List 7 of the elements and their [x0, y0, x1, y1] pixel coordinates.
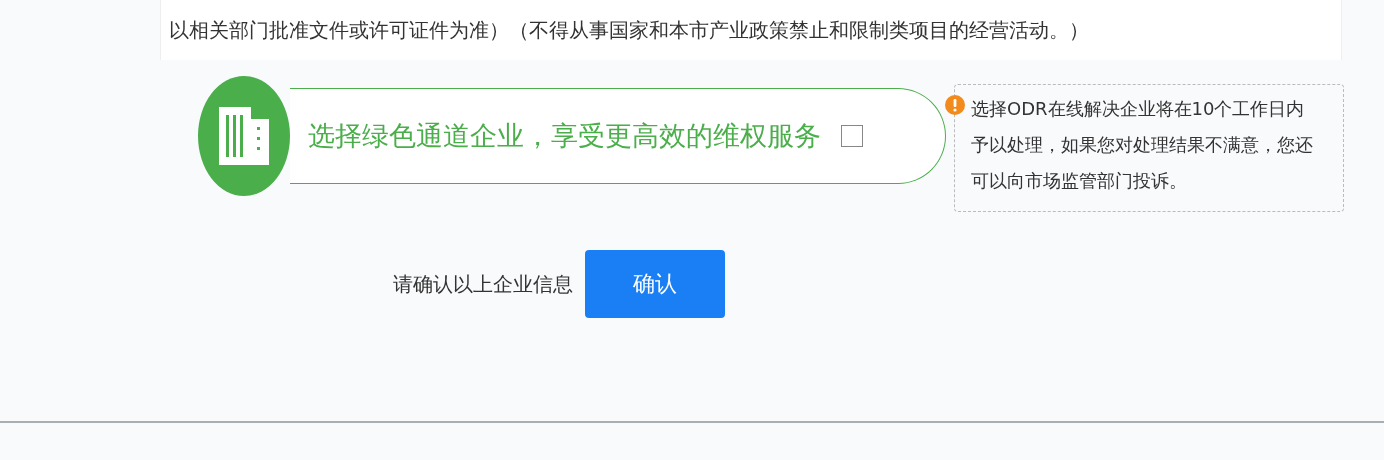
warning-icon [945, 95, 965, 115]
confirm-button[interactable]: 确认 [585, 250, 725, 318]
confirm-prompt: 请确认以上企业信息 [393, 270, 573, 298]
fast-track-option[interactable]: 选择绿色通道企业，享受更高效的维权服务 [290, 88, 946, 184]
tooltip-text: 选择ODR在线解决企业将在10个工作日内予以处理，如果您对处理结果不满意，您还可以向市场监管部门投诉。 [971, 97, 1314, 193]
checkbox[interactable] [841, 125, 863, 147]
business-scope-text: 以相关部门批准文件或许可证件为准）（不得从事国家和本市产业政策禁止和限制类项目的经营活动。） [169, 16, 1089, 44]
